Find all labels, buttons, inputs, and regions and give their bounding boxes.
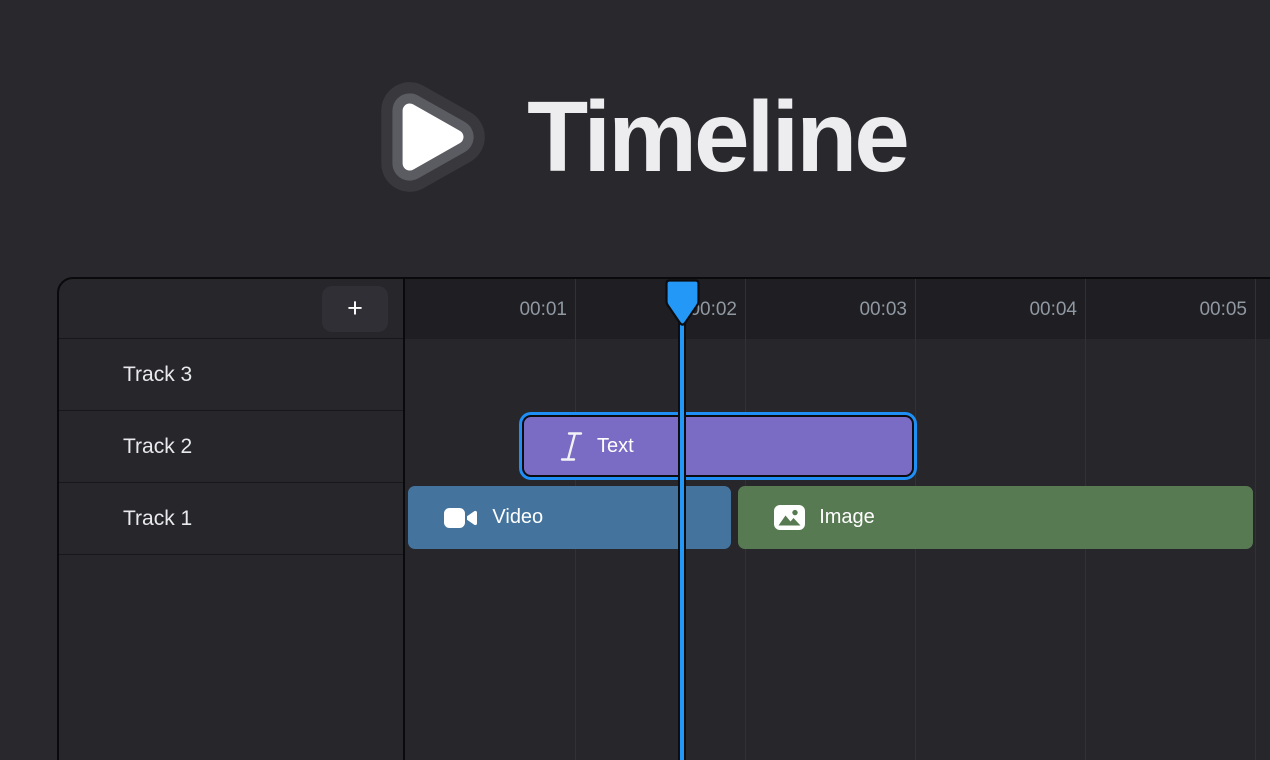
- ruler-tick-label: 00:04: [987, 279, 1077, 339]
- playhead-marker-icon: [665, 279, 700, 328]
- track-row-3: Track 3: [59, 339, 403, 411]
- play-icon: [363, 70, 497, 204]
- clip-label: Video: [492, 506, 543, 529]
- track-row-1: Track 1: [59, 483, 403, 555]
- track-label-1: Track 1: [123, 507, 192, 531]
- page: Timeline + Track 3 Track 2 Track 1 00:01…: [0, 0, 1270, 760]
- ruler-tick-label: 00:01: [477, 279, 567, 339]
- text-icon: [560, 431, 583, 462]
- ruler-tick-label: 00:05: [1157, 279, 1247, 339]
- playhead-line: [678, 319, 686, 760]
- clip-label: Image: [819, 506, 875, 529]
- track-label-2: Track 2: [123, 435, 192, 459]
- sidebar-header: +: [59, 279, 403, 339]
- clip-image[interactable]: Image: [738, 486, 1253, 549]
- clip-label: Text: [597, 435, 634, 458]
- time-ruler[interactable]: 00:0100:0200:0300:0400:05: [405, 279, 1270, 339]
- logo-block: Timeline: [0, 64, 1270, 209]
- plus-icon: +: [347, 295, 363, 322]
- timeline-panel: + Track 3 Track 2 Track 1 00:0100:0200:0…: [57, 277, 1270, 760]
- video-icon: [444, 506, 478, 530]
- image-icon: [774, 505, 805, 530]
- gridline: [1255, 279, 1256, 760]
- ruler-tick-label: 00:03: [817, 279, 907, 339]
- add-track-button[interactable]: +: [322, 286, 388, 332]
- track-row-2: Track 2: [59, 411, 403, 483]
- timeline-area: 00:0100:0200:0300:0400:05 Text Video: [405, 279, 1270, 760]
- track-label-3: Track 3: [123, 363, 192, 387]
- page-title: Timeline: [527, 87, 907, 187]
- track-sidebar: + Track 3 Track 2 Track 1: [59, 279, 403, 760]
- clip-text[interactable]: Text: [524, 417, 912, 475]
